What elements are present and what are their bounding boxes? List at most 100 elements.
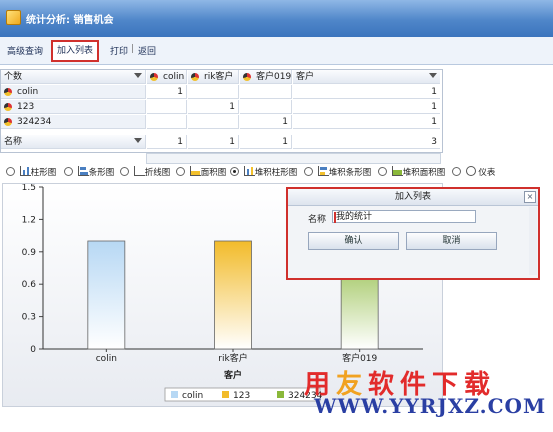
legend-swatch (222, 391, 229, 398)
grid-total-cell: 1 (240, 135, 292, 149)
pie-icon (4, 88, 12, 96)
confirm-button[interactable]: 确认 (308, 232, 399, 250)
radio-button[interactable] (120, 167, 129, 176)
back-button[interactable]: 返回 (138, 44, 156, 57)
grid-cell: 1 (293, 115, 440, 129)
pie-icon (191, 73, 199, 81)
grid-cell: 1 (240, 115, 292, 129)
dialog-scrollbar[interactable] (529, 207, 537, 275)
chart-type-area[interactable]: 面积图 (176, 166, 226, 180)
grid-cell (188, 85, 239, 99)
grid-total-cell: 3 (293, 135, 440, 149)
add-to-list-button[interactable]: 加入列表 (51, 40, 100, 62)
x-axis-label: 客户 (223, 369, 242, 381)
chart-type-label: 堆积柱形图 (254, 168, 298, 178)
name-input[interactable]: 我的统计 (332, 210, 476, 223)
col-header-label: 客户019 (256, 72, 292, 82)
row-dimension-select[interactable]: 个数 (1, 70, 146, 84)
line-chart-icon (133, 166, 145, 176)
col-header-label: colin (163, 72, 185, 82)
chart-type-horizontal-bar[interactable]: 条形图 (64, 166, 114, 180)
pie-icon (4, 118, 12, 126)
row-header-label: 123 (17, 102, 35, 112)
row-dimension-value: 个数 (4, 72, 23, 82)
footer-label: 名称 (4, 137, 23, 147)
y-tick-label: 0 (30, 345, 36, 355)
chevron-down-icon (429, 73, 437, 78)
legend-label: colin (182, 391, 203, 401)
chart-type-stacked-area[interactable]: 堆积面积图 (378, 166, 445, 180)
row-header-324234[interactable]: 324234 (1, 115, 146, 129)
stacked-bar-icon (317, 166, 329, 176)
add-to-list-dialog: 加入列表 × 名称 我的统计 确认 取消 (286, 187, 540, 280)
radio-button-selected[interactable] (230, 167, 239, 176)
chart-type-label: 条形图 (88, 168, 115, 178)
chart-type-bar[interactable]: 柱形图 (6, 166, 56, 180)
row-header-label: 324234 (17, 117, 52, 127)
radio-button[interactable] (6, 167, 15, 176)
x-tick-label: colin (96, 354, 117, 364)
name-input-value: 我的统计 (336, 212, 373, 222)
chart-type-label: 面积图 (200, 168, 227, 178)
y-tick-label: 0.9 (22, 248, 37, 258)
chart-type-label: 折线图 (144, 168, 171, 178)
dialog-title: 加入列表 (288, 189, 538, 206)
area-chart-icon (189, 166, 201, 176)
chart-type-label: 堆积条形图 (328, 168, 372, 178)
x-tick-label: rik客户 (218, 352, 247, 364)
y-tick-label: 0.6 (22, 280, 37, 290)
grid-total-cell: 1 (147, 135, 187, 149)
watermark-url: WWW.YYRJXZ.COM (314, 394, 547, 418)
chart-type-gauge[interactable]: 仪表 (452, 166, 495, 180)
pivot-grid: 个数 colin rik客户 客户019 客户 colin 1 1 123 1 … (0, 69, 443, 153)
col-header-label: rik客户 (204, 72, 234, 82)
chart-type-label: 柱形图 (30, 168, 57, 178)
chevron-down-icon (134, 138, 142, 143)
grid-total-cell: 1 (188, 135, 239, 149)
cancel-button[interactable]: 取消 (406, 232, 497, 250)
toolbar: 高级查询 加入列表 打印 | 返回 (0, 37, 553, 65)
toolbar-separator: | (131, 44, 135, 54)
chart-type-stacked-bar[interactable]: 堆积条形图 (304, 166, 371, 180)
pie-icon (150, 73, 158, 81)
advanced-query-button[interactable]: 高级查询 (7, 44, 43, 57)
horizontal-scrollbar[interactable] (146, 153, 441, 164)
close-icon[interactable]: × (524, 191, 536, 203)
print-button[interactable]: 打印 (110, 44, 128, 57)
grid-cell (240, 100, 292, 114)
app-icon (6, 10, 21, 25)
grid-cell (240, 85, 292, 99)
col-header-colin[interactable]: colin (147, 70, 187, 84)
grid-cell: 1 (293, 100, 440, 114)
radio-button[interactable] (378, 167, 387, 176)
stacked-column-icon (243, 166, 255, 176)
gauge-icon (465, 166, 476, 176)
bar-chart-icon (77, 166, 89, 176)
row-header-label: colin (17, 87, 39, 97)
name-dimension-select[interactable]: 名称 (1, 135, 146, 149)
row-header-123[interactable]: 123 (1, 100, 146, 114)
grid-cell (147, 100, 187, 114)
x-tick-label: 客户019 (342, 352, 377, 364)
radio-button[interactable] (304, 167, 313, 176)
col-dimension-select[interactable]: 客户 (293, 70, 440, 84)
chart-type-label: 仪表 (478, 168, 496, 178)
grid-cell: 1 (293, 85, 440, 99)
col-header-rik[interactable]: rik客户 (188, 70, 239, 84)
radio-button[interactable] (176, 167, 185, 176)
grid-cell (147, 115, 187, 129)
pie-icon (243, 73, 251, 81)
grid-cell: 1 (147, 85, 187, 99)
radio-button[interactable] (64, 167, 73, 176)
y-tick-label: 1.2 (22, 215, 36, 225)
col-header-019[interactable]: 客户019 (240, 70, 292, 84)
chart-bar (214, 240, 252, 350)
stacked-area-icon (391, 166, 403, 176)
grid-cell (188, 115, 239, 129)
radio-button[interactable] (452, 167, 461, 176)
row-header-colin[interactable]: colin (1, 85, 146, 99)
y-tick-label: 0.3 (22, 313, 36, 323)
chart-type-stacked-column[interactable]: 堆积柱形图 (230, 166, 297, 180)
chart-type-line[interactable]: 折线图 (120, 166, 170, 180)
col-dimension-value: 客户 (296, 72, 315, 82)
